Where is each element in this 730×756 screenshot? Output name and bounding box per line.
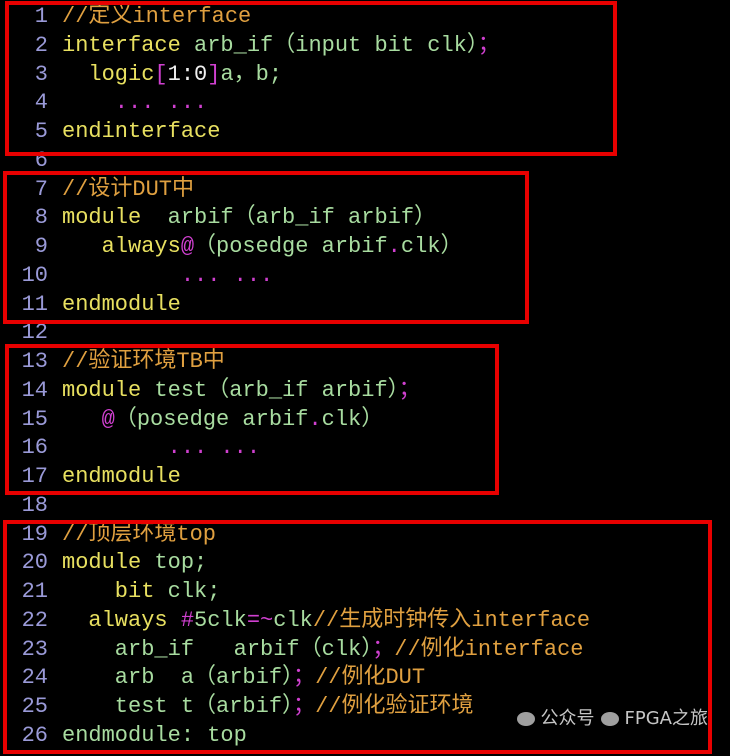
code-line: 18 (18, 491, 62, 520)
highlight-box-interface (5, 1, 617, 156)
highlight-box-dut (3, 171, 529, 324)
highlight-box-tb (5, 344, 499, 495)
watermark: 公众号 FPGA之旅 (511, 704, 708, 730)
watermark-name: FPGA之旅 (624, 708, 708, 729)
line-number: 18 (21, 492, 48, 518)
wechat-icon (516, 712, 535, 726)
wechat-icon (600, 712, 619, 726)
watermark-prefix: 公众号 (540, 708, 595, 729)
